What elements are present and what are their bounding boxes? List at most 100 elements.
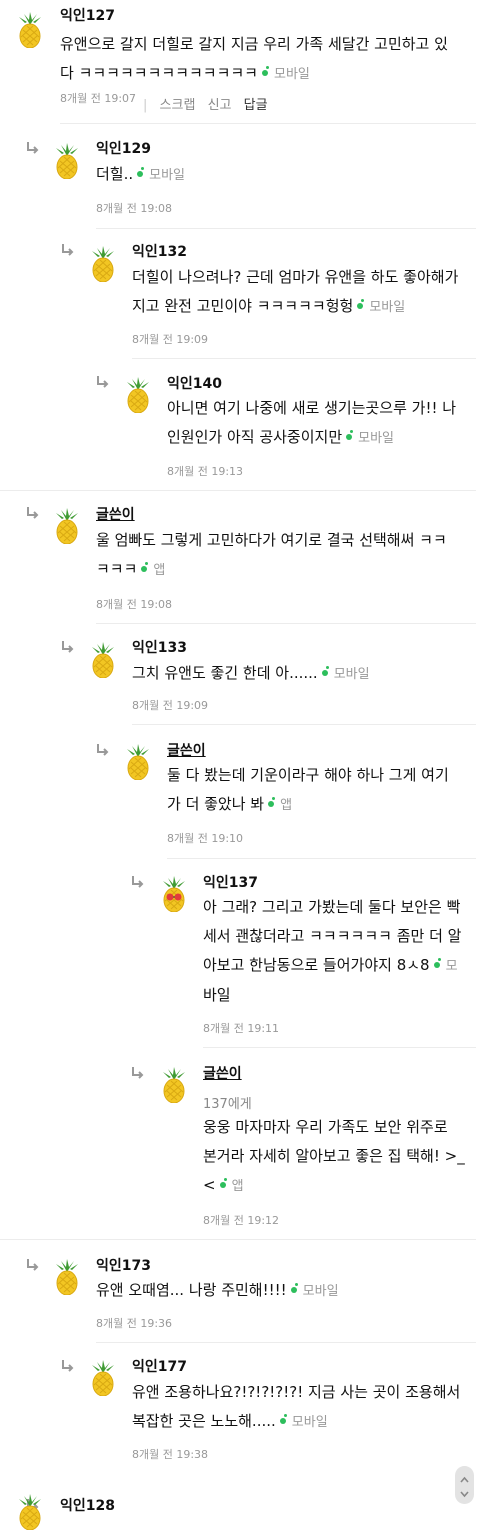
pineapple-avatar-icon[interactable]: [88, 1360, 118, 1397]
comment-text-line: 가 더 좋았나 봐앱: [167, 795, 293, 813]
reply-arrow-icon: [27, 1259, 39, 1271]
comment-divider: [0, 1239, 476, 1240]
device-label: 모바일: [333, 667, 370, 682]
comment-author[interactable]: 익인127: [60, 5, 115, 25]
device-dot-icon: [261, 65, 269, 76]
comment-text-line: 더힐.. 모바일: [96, 165, 186, 183]
comment-text-line: 그치 유앤도 좋긴 한데 아...... 모바일: [132, 664, 370, 682]
comment-actions: | 스크랩 신고 답글: [143, 94, 276, 113]
pineapple-avatar-icon[interactable]: [52, 1259, 82, 1296]
comment-author[interactable]: 글쓴이: [167, 740, 206, 760]
comment-text-line: 바일: [203, 986, 231, 1004]
reply-arrow-icon: [97, 744, 109, 756]
comment-author[interactable]: 글쓴이: [96, 504, 135, 524]
device-dot-icon: [137, 166, 145, 177]
comment-text-line: 본거라 자세히 알아보고 좋은 집 택해! >_: [203, 1147, 465, 1165]
comment-divider: [96, 228, 476, 229]
device-dot-icon: [321, 665, 329, 676]
comment-divider: [96, 623, 476, 624]
comment-author[interactable]: 익인132: [132, 241, 187, 261]
comment-author[interactable]: 익인128: [60, 1495, 115, 1515]
comment-author[interactable]: 익인140: [167, 373, 222, 393]
reply-arrow-icon: [27, 142, 39, 154]
pineapple-avatar-icon[interactable]: [52, 508, 82, 545]
comment-author[interactable]: 글쓴이: [203, 1063, 242, 1083]
pineapple-avatar-icon[interactable]: [88, 246, 118, 283]
comment-body: 유앤으로 갈지 더힐로 갈지 지금 우리 가족 세달간 고민하고 있다 ㅋㅋㅋㅋ…: [60, 30, 448, 89]
reply-arrow-icon: [62, 244, 74, 256]
device-label: 모: [445, 959, 458, 974]
pineapple-avatar-icon[interactable]: [52, 143, 82, 180]
comment-time: 8개월 전 19:09: [132, 333, 209, 346]
comment-author[interactable]: 익인177: [132, 1356, 187, 1376]
comment-divider: [132, 724, 476, 725]
device-label: 모바일: [302, 1284, 339, 1299]
reply-arrow-icon: [27, 507, 39, 519]
comment-time: 8개월 전 19:13: [167, 465, 244, 478]
comment-body: 유앤 오때염... 나랑 주민해!!!! 모바일: [96, 1276, 339, 1306]
comment-text-line: 웅웅 마자마자 우리 가족도 보안 위주로: [203, 1118, 448, 1136]
comment-time: 8개월 전 19:09: [132, 699, 209, 712]
pineapple-avatar-icon[interactable]: [123, 744, 153, 781]
pineapple-avatar-icon[interactable]: [159, 1067, 189, 1104]
comment-text-line: 둘 다 봤는데 기운이라구 해야 하나 그게 여기: [167, 766, 449, 784]
device-label: 모바일: [149, 168, 186, 183]
comment-text-line: 아 그래? 그리고 가봤는데 둘다 보안은 빡: [203, 898, 461, 916]
comment-time: 8개월 전 19:36: [96, 1317, 173, 1330]
comment-author[interactable]: 익인173: [96, 1255, 151, 1275]
comment-time: 8개월 전 19:08: [96, 202, 173, 215]
reply-arrow-icon: [132, 1067, 144, 1079]
report-link[interactable]: 신고: [208, 98, 232, 113]
device-dot-icon: [357, 298, 365, 309]
pineapple-avatar-icon[interactable]: [123, 377, 153, 414]
comment-author[interactable]: 익인129: [96, 138, 151, 158]
comment-text-line: 복잡한 곳은 노노해..... 모바일: [132, 1412, 328, 1430]
comment-divider: [203, 1047, 476, 1048]
device-label: 모바일: [369, 300, 406, 315]
device-label: 모바일: [291, 1415, 328, 1430]
comment-body: 더힐.. 모바일: [96, 160, 185, 190]
comment-time: 8개월 전 19:38: [132, 1448, 209, 1461]
reply-target: 137에게: [203, 1097, 252, 1112]
comment-divider: [0, 490, 476, 491]
comment-text-line: < 앱: [203, 1176, 244, 1194]
comment-body: 더힐이 나으려나? 근데 엄마가 유앤을 하도 좋아해가 지고 완전 고민이야 ㅋ…: [132, 263, 458, 322]
chevron-up-icon: [460, 1476, 469, 1498]
comment-divider: [60, 123, 476, 124]
device-label: 앱: [280, 798, 293, 813]
comment-text-line: ㅋㅋㅋ 앱: [96, 560, 166, 578]
pineapple-avatar-icon[interactable]: [159, 876, 189, 913]
pineapple-avatar-icon[interactable]: [88, 642, 118, 679]
device-dot-icon: [268, 796, 276, 807]
comment-time: 8개월 전 19:11: [203, 1022, 280, 1035]
comment-author[interactable]: 익인137: [203, 872, 258, 892]
reply-arrow-icon: [132, 876, 144, 888]
device-dot-icon: [219, 1177, 227, 1188]
device-dot-icon: [433, 957, 441, 968]
comment-divider: [132, 358, 476, 359]
comment-text-line: 다 ㅋㅋㅋㅋㅋㅋㅋㅋㅋㅋㅋㅋㅋ 모바일: [60, 64, 310, 82]
comment-time: 8개월 전 19:08: [96, 598, 173, 611]
comment-text-line: 세서 괜찮더라고 ㅋㅋㅋㅋㅋㅋ 좀만 더 알: [203, 927, 462, 945]
pineapple-avatar-icon[interactable]: [15, 1494, 45, 1531]
scroll-top-button[interactable]: [455, 1466, 474, 1504]
device-label: 앱: [231, 1179, 244, 1194]
comment-divider: [167, 858, 476, 859]
reply-arrow-icon: [62, 641, 74, 653]
device-dot-icon: [290, 1282, 298, 1293]
comment-text-line: 아보고 한남동으로 들어가야지 8ㅅ8 모: [203, 956, 458, 974]
comment-author[interactable]: 익인133: [132, 637, 187, 657]
comment-text-line: 인원인가 아직 공사중이지만 모바일: [167, 428, 395, 446]
comment-time: 8개월 전 19:07: [60, 92, 137, 105]
comment-text-line: 유앤 조용하나요?!?!?!?!?! 지금 사는 곳이 조용해서: [132, 1383, 461, 1401]
scrap-link[interactable]: 스크랩: [160, 98, 196, 113]
comment-body: 아 그래? 그리고 가봤는데 둘다 보안은 빡세서 괜찮더라고 ㅋㅋㅋㅋㅋㅋ 좀…: [203, 893, 461, 1010]
device-dot-icon: [279, 1413, 287, 1424]
reply-link[interactable]: 답글: [244, 98, 268, 113]
comment-divider: [96, 1342, 476, 1343]
comment-body: 울 엄빠도 그렇게 고민하다가 여기로 결국 선택해써 ㅋㅋ ㅋㅋㅋ 앱: [96, 526, 447, 585]
comment-body: 둘 다 봤는데 기운이라구 해야 하나 그게 여기가 더 좋았나 봐앱: [167, 761, 449, 820]
pineapple-avatar-icon[interactable]: [15, 12, 45, 49]
comment-text-line: 울 엄빠도 그렇게 고민하다가 여기로 결국 선택해써 ㅋㅋ: [96, 531, 447, 549]
comment-text-line: 아니면 여기 나중에 새로 생기는곳으루 가!! 나: [167, 399, 457, 417]
